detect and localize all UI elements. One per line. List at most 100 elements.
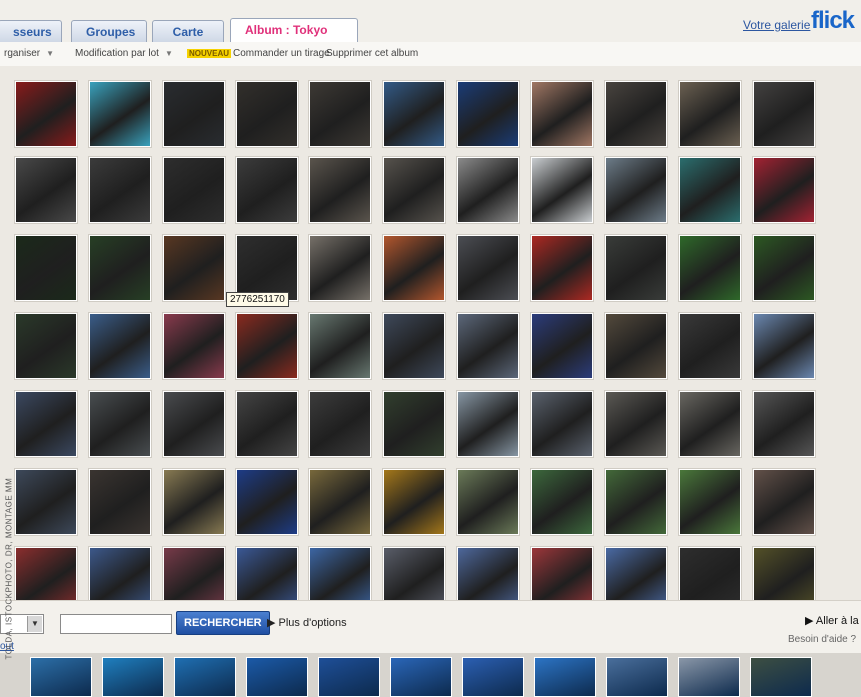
photo-thumbnail[interactable] (308, 156, 372, 224)
help-link[interactable]: Besoin d'aide ? (788, 634, 856, 645)
photo-thumbnail[interactable] (752, 390, 816, 458)
photo-thumbnail[interactable] (162, 234, 226, 302)
photo-thumbnail[interactable] (14, 80, 78, 148)
filmstrip-thumbnail[interactable] (318, 657, 380, 697)
photo-thumbnail[interactable] (530, 390, 594, 458)
menu-order-print[interactable]: NOUVEAU Commander un tirage (187, 46, 330, 62)
tab-album-tokyo[interactable]: Album : Tokyo × (230, 18, 358, 59)
filmstrip-thumbnail[interactable] (102, 657, 164, 697)
tab-groups[interactable]: Groupes (71, 20, 147, 42)
photo-thumbnail[interactable] (235, 80, 299, 148)
menu-batch-edit[interactable]: Modification par lot ▼ (75, 46, 173, 62)
photo-thumbnail[interactable] (456, 468, 520, 536)
photo-thumbnail[interactable] (530, 312, 594, 380)
photo-thumbnail[interactable] (308, 80, 372, 148)
photo-thumbnail[interactable] (14, 234, 78, 302)
menu-delete-album[interactable]: Supprimer cet album (326, 46, 418, 62)
photo-thumbnail[interactable] (88, 546, 152, 600)
photo-thumbnail[interactable] (752, 156, 816, 224)
photo-thumbnail[interactable] (456, 234, 520, 302)
photo-thumbnail[interactable] (456, 546, 520, 600)
photo-thumbnail[interactable] (162, 546, 226, 600)
photo-thumbnail[interactable] (88, 312, 152, 380)
photo-thumbnail[interactable] (752, 468, 816, 536)
photo-thumbnail[interactable] (235, 546, 299, 600)
photo-thumbnail[interactable] (235, 312, 299, 380)
photo-thumbnail[interactable] (14, 156, 78, 224)
filmstrip-thumbnail[interactable] (30, 657, 92, 697)
filmstrip-thumbnail[interactable] (750, 657, 812, 697)
photo-thumbnail[interactable] (456, 80, 520, 148)
photo-thumbnail[interactable] (382, 156, 446, 224)
photo-thumbnail[interactable] (382, 546, 446, 600)
tab-map[interactable]: Carte (152, 20, 224, 42)
photo-thumbnail[interactable] (456, 156, 520, 224)
photo-thumbnail[interactable] (382, 80, 446, 148)
goto-link[interactable]: ▶ Aller à la c (805, 614, 861, 627)
photo-thumbnail[interactable] (382, 390, 446, 458)
photo-thumbnail[interactable] (604, 468, 668, 536)
gallery-link[interactable]: Votre galerie (743, 18, 810, 32)
photo-thumbnail[interactable] (162, 390, 226, 458)
photo-thumbnail[interactable] (14, 312, 78, 380)
photo-thumbnail[interactable] (752, 234, 816, 302)
photo-thumbnail[interactable] (162, 80, 226, 148)
photo-thumbnail[interactable] (162, 468, 226, 536)
photo-thumbnail[interactable] (678, 234, 742, 302)
search-button[interactable]: RECHERCHER (176, 611, 270, 635)
filmstrip-thumbnail[interactable] (462, 657, 524, 697)
photo-thumbnail[interactable] (14, 390, 78, 458)
photo-thumbnail[interactable] (308, 468, 372, 536)
filmstrip-thumbnail[interactable] (678, 657, 740, 697)
filmstrip-thumbnail[interactable] (606, 657, 668, 697)
photo-thumbnail[interactable] (456, 390, 520, 458)
photo-thumbnail[interactable] (604, 546, 668, 600)
photo-thumbnail[interactable] (604, 312, 668, 380)
photo-thumbnail[interactable] (678, 156, 742, 224)
photo-thumbnail[interactable] (88, 234, 152, 302)
photo-thumbnail[interactable] (382, 312, 446, 380)
filmstrip-thumbnail[interactable] (390, 657, 452, 697)
photo-thumbnail[interactable] (162, 156, 226, 224)
search-input[interactable] (60, 614, 172, 634)
photo-thumbnail[interactable] (235, 390, 299, 458)
photo-thumbnail[interactable] (88, 156, 152, 224)
photo-thumbnail[interactable] (752, 312, 816, 380)
photo-thumbnail[interactable] (604, 80, 668, 148)
photo-thumbnail[interactable] (604, 390, 668, 458)
photo-thumbnail[interactable] (530, 80, 594, 148)
photo-thumbnail[interactable] (530, 468, 594, 536)
flickr-logo[interactable]: flick (811, 7, 855, 35)
photo-thumbnail[interactable] (530, 234, 594, 302)
filmstrip-thumbnail[interactable] (534, 657, 596, 697)
more-options-link[interactable]: ▶ Plus d'options (267, 616, 347, 629)
menu-organize[interactable]: rganiser ▼ (4, 46, 54, 62)
photo-thumbnail[interactable] (308, 390, 372, 458)
photo-thumbnail[interactable] (456, 312, 520, 380)
photo-thumbnail[interactable] (235, 156, 299, 224)
photo-thumbnail[interactable] (308, 312, 372, 380)
photo-thumbnail[interactable] (752, 546, 816, 600)
tab-contacts[interactable]: sseurs (0, 20, 62, 42)
photo-thumbnail[interactable] (678, 80, 742, 148)
photo-thumbnail[interactable] (88, 390, 152, 458)
photo-thumbnail[interactable] (235, 468, 299, 536)
photo-thumbnail[interactable] (162, 312, 226, 380)
photo-thumbnail[interactable] (14, 468, 78, 536)
photo-thumbnail[interactable] (88, 80, 152, 148)
photo-thumbnail[interactable] (88, 468, 152, 536)
photo-thumbnail[interactable] (678, 468, 742, 536)
photo-thumbnail[interactable] (604, 234, 668, 302)
photo-thumbnail[interactable] (530, 546, 594, 600)
photo-thumbnail[interactable] (382, 468, 446, 536)
photo-thumbnail[interactable] (604, 156, 668, 224)
photo-thumbnail[interactable] (678, 312, 742, 380)
photo-thumbnail[interactable] (14, 546, 78, 600)
photo-thumbnail[interactable] (308, 234, 372, 302)
photo-thumbnail[interactable] (382, 234, 446, 302)
filmstrip-thumbnail[interactable] (246, 657, 308, 697)
photo-thumbnail[interactable] (752, 80, 816, 148)
photo-thumbnail[interactable] (678, 546, 742, 600)
filmstrip-thumbnail[interactable] (174, 657, 236, 697)
photo-thumbnail[interactable] (308, 546, 372, 600)
